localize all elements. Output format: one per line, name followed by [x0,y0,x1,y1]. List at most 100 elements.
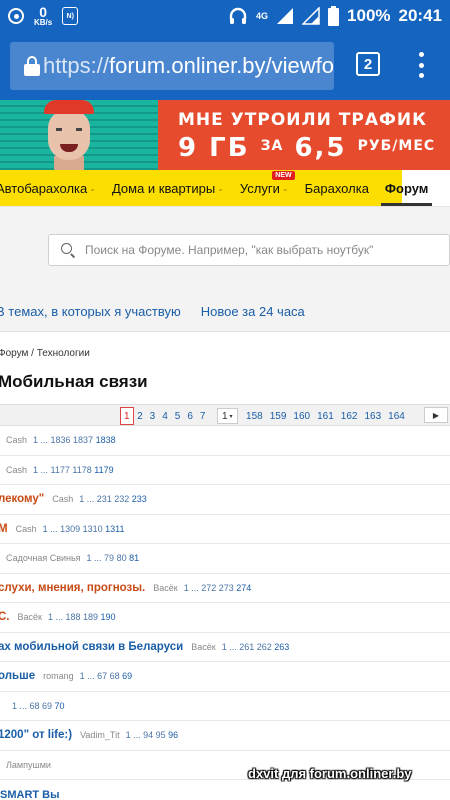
chevron-down-icon: ⌄ [281,183,289,193]
topic-pages[interactable]: 1 ... 94 95 96 [126,730,179,740]
topic-title[interactable]: М [0,523,8,535]
tab-switcher-button[interactable]: 2 [356,52,380,76]
topic-row: С. Васёк 1 ... 188 189 190 [0,603,450,633]
browser-toolbar: https://forum.onliner.by/viewfo 2 [0,32,450,100]
topic-author[interactable]: Cash [6,435,27,445]
topic-row: ах мобильной связи в Беларуси Васёк 1 ..… [0,633,450,662]
topic-title[interactable]: С. [0,611,10,623]
page-link[interactable]: 7 [196,407,209,425]
topic-row: Садочная Свинья 1 ... 79 80 81 [0,544,450,574]
tab-my-topics[interactable]: В темах, в которых я участвую [0,304,181,319]
topic-author[interactable]: Васёк [153,583,177,593]
topic-pages[interactable]: 1 ... 1177 1178 1179 [33,465,114,475]
next-page-button[interactable]: ▶ [424,407,448,423]
topic-author[interactable]: Садочная Свинья [6,553,81,563]
topic-title[interactable]: лекому" [0,493,44,505]
topic-row: Cash 1 ... 1177 1178 1179 [0,456,450,485]
page-link[interactable]: 4 [159,407,172,425]
topic-pages[interactable]: 1 ... 272 273 274 [184,583,252,593]
topic-pages[interactable]: 1 ... 1309 1310 1311 [43,524,125,534]
ad-banner[interactable]: МНЕ УТРОИЛИ ТРАФИК 9 ГБ ЗА 6,5 РУБ/МЕС [0,100,450,170]
page-link[interactable]: 161 [314,407,338,425]
page-title: Мобильная связи [0,372,148,391]
page-link[interactable]: 162 [337,407,361,425]
topic-row: Cash 1 ... 1836 1837 1838 [0,426,450,456]
address-bar[interactable]: https://forum.onliner.by/viewfo [10,42,334,90]
search-box[interactable] [48,234,450,266]
topic-pages[interactable]: 1 ... 67 68 69 [80,671,133,681]
pagination: 1 2 3 4 5 6 7 1 ▾ 158 159 160 161 162 163… [0,404,450,426]
tab-new-24h[interactable]: Новое за 24 часа [201,304,305,319]
page-link[interactable]: 2 [134,407,147,425]
topic-row: 1 ... 68 69 70 [0,692,450,721]
topic-author[interactable]: Vadim_Tit [80,730,120,740]
banner-person-image [40,100,98,170]
headphones-icon [229,7,247,24]
page-link[interactable]: 160 [290,407,314,425]
page-link[interactable]: 6 [184,407,197,425]
record-icon [8,8,24,24]
topic-row: М Cash 1 ... 1309 1310 1311 [0,515,450,544]
forum-tabs: В темах, в которых я участвую Новое за 2… [0,292,450,332]
new-badge: NEW [272,171,295,180]
page-select-dropdown[interactable]: 1 ▾ [216,408,238,424]
chevron-down-icon: ⌄ [89,183,96,193]
signal-icon-2 [302,7,320,25]
topic-pages[interactable]: 1 ... 79 80 81 [87,553,140,563]
nav-item-realty[interactable]: Дома и квартиры ⌄ [104,170,232,206]
topic-pages[interactable]: 1 ... 261 262 263 [222,642,290,652]
battery-percent: 100% [347,6,391,25]
page-link[interactable]: 164 [385,407,409,425]
topic-list: Cash 1 ... 1836 1837 1838 Cash 1 ... 117… [0,426,450,780]
banner-text: МНЕ УТРОИЛИ ТРАФИК 9 ГБ ЗА 6,5 РУБ/МЕС [178,110,436,163]
status-bar: 0 KB/s N) 4G 100% 20:41 [0,0,450,32]
topic-title[interactable]: слухи, мнения, прогнозы. [0,582,145,594]
topic-author[interactable]: Cash [52,494,73,504]
topic-title-partial[interactable]: SMART Вы [0,789,450,800]
topic-author[interactable]: Cash [6,465,27,475]
breadcrumb[interactable]: Форум / Технологии [0,348,90,359]
topic-row: слухи, мнения, прогнозы. Васёк 1 ... 272… [0,574,450,603]
nav-item-auto[interactable]: Автобарахолка ⌄ [0,170,104,206]
topic-author[interactable]: Васёк [191,642,215,652]
nav-item-baraholka[interactable]: Барахолка [297,170,377,206]
network-type: 4G [256,10,269,21]
topic-author[interactable]: romang [43,671,74,681]
nfc-icon: N) [62,7,79,25]
chevron-down-icon: ⌄ [217,183,224,193]
battery-icon [328,6,340,26]
lock-icon [24,42,43,90]
page-link[interactable]: 158 [243,407,267,425]
page-link[interactable]: 5 [171,407,184,425]
topic-pages[interactable]: 1 ... 188 189 190 [48,612,116,622]
topic-pages[interactable]: 1 ... 231 232 233 [79,494,147,504]
topic-title[interactable]: 1200" от life:) [0,729,72,741]
topic-row: 1200" от life:) Vadim_Tit 1 ... 94 95 96 [0,721,450,751]
page-link[interactable]: 163 [361,407,385,425]
overflow-menu-icon[interactable] [418,52,424,78]
network-speed: 0 KB/s [34,4,53,27]
signal-icon [277,8,294,24]
topic-author[interactable]: Лампушми [6,760,51,770]
watermark: dxvit для forum.onliner.by [248,766,412,781]
main-nav: Автобарахолка ⌄ Дома и квартиры ⌄ Услуги ⌄ N… [0,170,433,206]
topic-pages[interactable]: 1 ... 68 69 70 [12,701,65,711]
search-area [0,206,450,292]
chevron-down-icon: ▾ [229,413,233,420]
topic-row: ольше romang 1 ... 67 68 69 [0,662,450,692]
nav-item-services[interactable]: Услуги ⌄ NEW [232,170,297,206]
topic-pages[interactable]: 1 ... 1836 1837 1838 [33,435,116,445]
topic-author[interactable]: Cash [16,524,37,534]
page-link[interactable]: 159 [266,407,290,425]
topic-author[interactable]: Васёк [18,612,42,622]
clock: 20:41 [398,6,442,25]
url-text[interactable]: https://forum.onliner.by/viewfo [43,53,334,79]
search-input[interactable] [85,243,445,257]
page-link[interactable]: 3 [146,407,159,425]
nav-item-forum[interactable]: Форум [377,170,436,206]
topic-title[interactable]: ольше [0,670,35,682]
topic-row: лекому" Cash 1 ... 231 232 233 [0,485,450,515]
search-icon [61,243,75,257]
topic-title[interactable]: ах мобильной связи в Беларуси [0,641,183,653]
page-link-current[interactable]: 1 [120,407,134,425]
